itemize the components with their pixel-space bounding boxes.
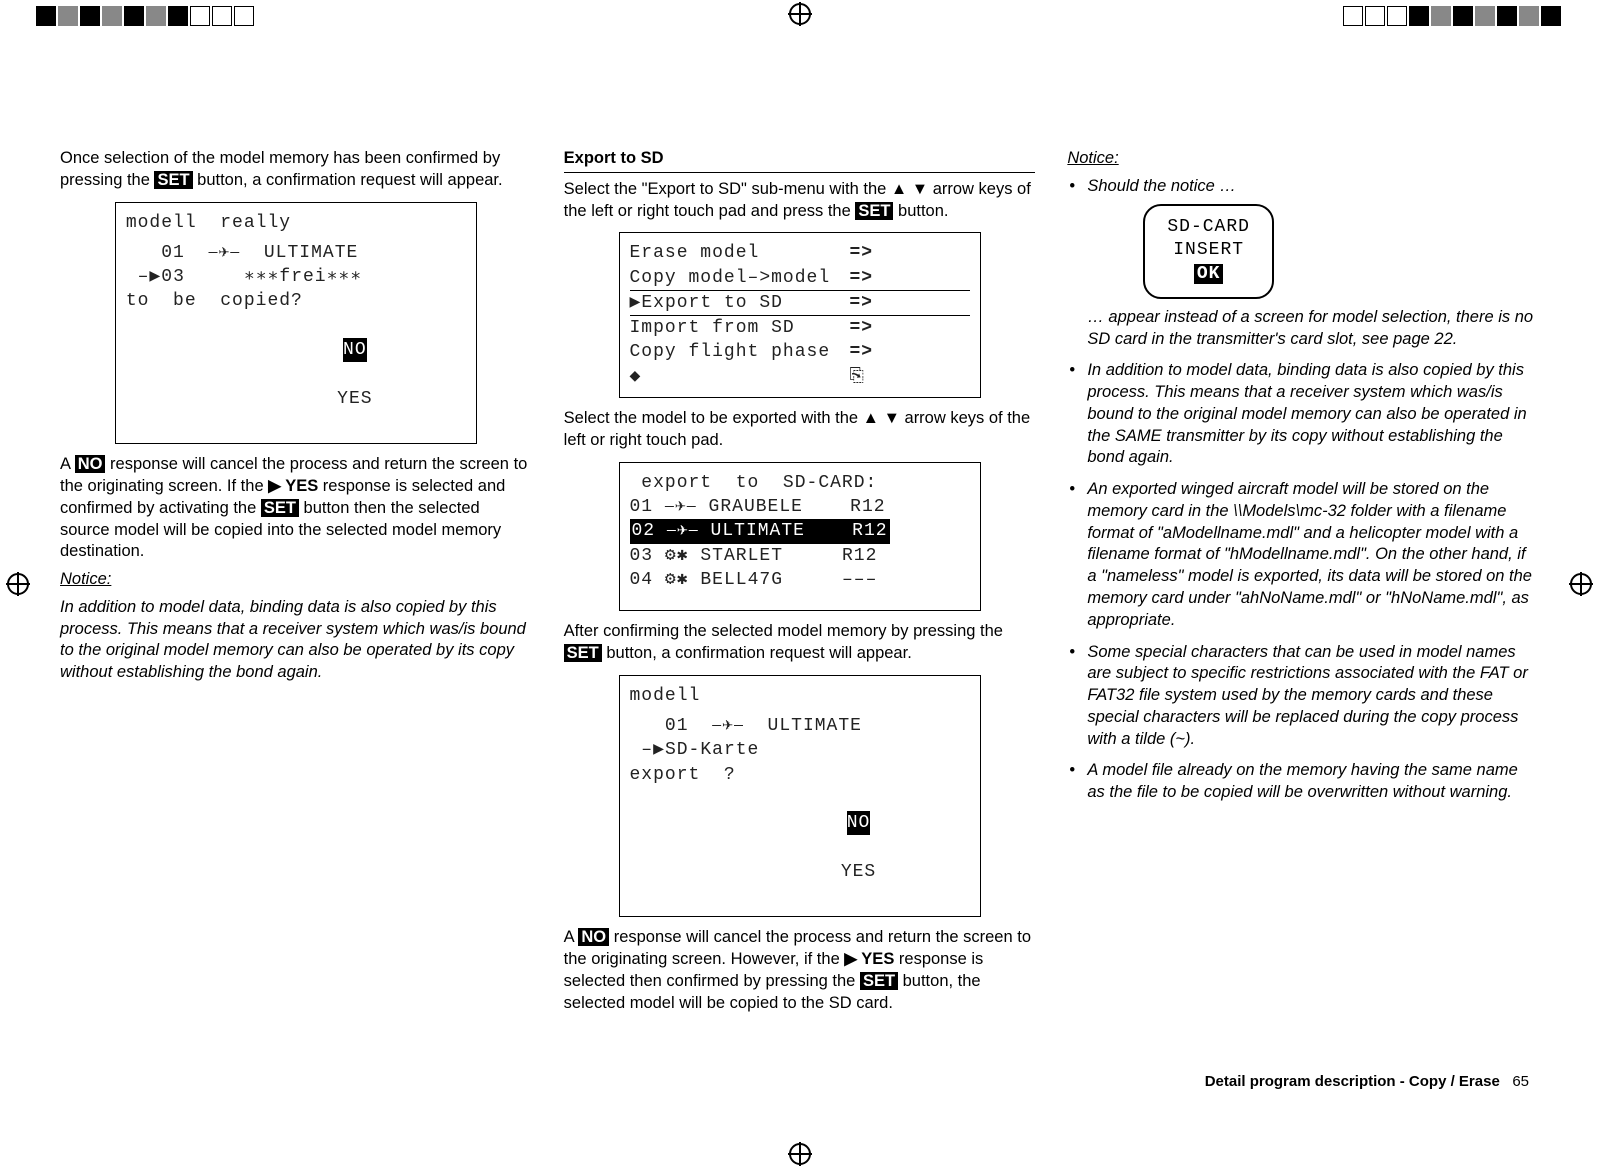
set-badge: SET (261, 499, 299, 517)
column-3: Notice: Should the notice … SD-CARD INSE… (1067, 148, 1539, 1058)
c1-paragraph-1: Once selection of the model memory has b… (60, 148, 532, 192)
notice-list: Should the notice … SD-CARD INSERT OK … … (1067, 176, 1539, 804)
crop-mark-right (1569, 572, 1593, 596)
lcd-export-confirm: modell 01 ⎯✈⎯ ULTIMATE –▶SD-Karte export… (619, 675, 981, 918)
set-badge: SET (860, 972, 898, 990)
set-badge: SET (154, 171, 192, 189)
notice-item-5: A model file already on the memory havin… (1067, 760, 1539, 804)
c2-paragraph-3: After confirming the selected model memo… (564, 621, 1036, 665)
ok-badge: OK (1194, 264, 1224, 284)
content-columns: Once selection of the model memory has b… (60, 148, 1539, 1058)
lcd-yes: YES (841, 862, 876, 882)
no-badge: NO (75, 455, 106, 473)
column-1: Once selection of the model memory has b… (60, 148, 532, 1058)
lcd-model-list: export to SD-CARD: 01 ⎯✈⎯ GRAUBELE R12 0… (619, 462, 981, 611)
lcd-no: NO (343, 338, 367, 362)
notice-label: Notice: (1067, 148, 1539, 170)
crop-mark-top (788, 2, 812, 26)
crop-mark-bottom (788, 1142, 812, 1166)
notice-item-2: In addition to model data, binding data … (1067, 360, 1539, 469)
no-badge: NO (578, 928, 609, 946)
notice-label: Notice: (60, 569, 532, 591)
sd-card-badge: SD-CARD INSERT OK (1143, 204, 1274, 299)
c1-paragraph-2: A NO response will cancel the process an… (60, 454, 532, 563)
c2-paragraph-1: Select the "Export to SD" sub-menu with … (564, 179, 1036, 223)
notice-item-3: An exported winged aircraft model will b… (1067, 479, 1539, 631)
lcd-no: NO (847, 811, 871, 835)
c2-paragraph-2: Select the model to be exported with the… (564, 408, 1036, 452)
regmarks-left (36, 6, 256, 26)
page: Once selection of the model memory has b… (0, 0, 1599, 1168)
set-badge: SET (855, 202, 893, 220)
section-heading: Export to SD (564, 148, 1036, 173)
page-footer: Detail program description - Copy / Eras… (1205, 1073, 1529, 1090)
set-badge: SET (564, 644, 602, 662)
regmarks-right (1343, 6, 1563, 26)
c1-notice-text: In addition to model data, binding data … (60, 597, 532, 684)
notice-item-1: Should the notice … SD-CARD INSERT OK … … (1067, 176, 1539, 351)
column-2: Export to SD Select the "Export to SD" s… (564, 148, 1036, 1058)
crop-mark-left (6, 572, 30, 596)
c2-paragraph-4: A NO response will cancel the process an… (564, 927, 1036, 1014)
notice-item-4: Some special characters that can be used… (1067, 642, 1539, 751)
lcd-menu: Erase model=> Copy model–>model=> ▶Expor… (619, 232, 981, 398)
lcd-copy-confirm: modell really 01 ⎯✈⎯ ULTIMATE –▶03 ∗∗∗fr… (115, 202, 477, 445)
lcd-yes: YES (337, 389, 372, 409)
